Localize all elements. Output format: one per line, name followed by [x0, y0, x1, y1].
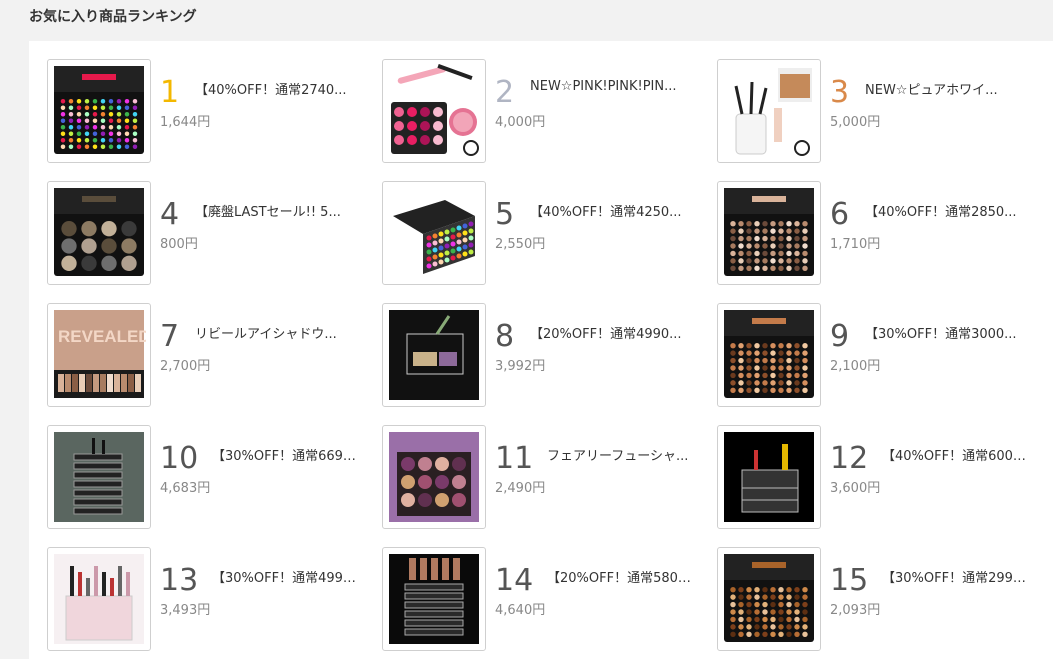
product-price: 1,644円 — [160, 115, 211, 130]
product-name-link[interactable]: NEW☆PINK!PINK!PIN... — [530, 79, 697, 94]
product-price: 4,000円 — [495, 115, 546, 130]
product-price: 2,490円 — [495, 481, 546, 496]
product-price: 5,000円 — [830, 115, 881, 130]
product-price: 3,992円 — [495, 359, 546, 374]
product-price: 2,550円 — [495, 237, 546, 252]
rank-number: 13 — [160, 563, 199, 598]
rank-number: 8 — [495, 319, 515, 354]
rank-number: 4 — [160, 197, 180, 232]
product-name-link[interactable]: 【廃盤LASTセール!! 5... — [195, 201, 362, 220]
smoky-palette-icon[interactable] — [47, 181, 151, 285]
ranking-item[interactable]: 13 【30%OFF！通常4990... 3,493円 — [29, 529, 364, 651]
ranking-item[interactable]: 14 【20%OFF！通常5800... 4,640円 — [364, 529, 699, 651]
product-price: 2,093円 — [830, 603, 881, 618]
product-name-link[interactable]: 【30%OFF！通常2990... — [882, 567, 1032, 586]
product-name-link[interactable]: NEW☆ピュアホワイ... — [865, 79, 1032, 98]
fuchsia-palette-icon[interactable] — [382, 425, 486, 529]
product-name-link[interactable]: 【40%OFF！通常6000... — [882, 445, 1032, 464]
product-name-link[interactable]: 【20%OFF！通常5800... — [547, 567, 697, 586]
product-price: 4,683円 — [160, 481, 211, 496]
product-price: 800円 — [160, 237, 198, 252]
clear-organizer-icon[interactable] — [47, 547, 151, 651]
product-name-link[interactable]: 【40%OFF！通常4250... — [530, 201, 697, 220]
ranking-item[interactable]: 8 【20%OFF！通常4990... 3,992円 — [364, 285, 699, 407]
rank-number: 14 — [495, 563, 534, 598]
product-price: 2,700円 — [160, 359, 211, 374]
product-name-link[interactable]: 【30%OFF！通常4990... — [212, 567, 362, 586]
product-name-link[interactable]: 【40%OFF！通常2850... — [865, 201, 1032, 220]
nude-palette-icon[interactable] — [717, 181, 821, 285]
rank-number: 6 — [830, 197, 850, 232]
rank-number: 7 — [160, 319, 180, 354]
rank-number: 9 — [830, 319, 850, 354]
product-name-link[interactable]: 【40%OFF！通常2740... — [195, 79, 362, 98]
product-name-link[interactable]: 【30%OFF！通常6690... — [212, 445, 362, 464]
product-price: 3,493円 — [160, 603, 211, 618]
rank-number: 12 — [830, 441, 869, 476]
open-palette-icon[interactable] — [382, 181, 486, 285]
product-name-link[interactable]: リビールアイシャドウ... — [195, 323, 362, 342]
warm-palette-icon[interactable] — [717, 303, 821, 407]
revealed-palette-icon[interactable]: REVEALED — [47, 303, 151, 407]
ranking-item[interactable]: 10 【30%OFF！通常6690... 4,683円 — [29, 407, 364, 529]
white-brush-set-icon[interactable] — [717, 59, 821, 163]
rank-number: 2 — [495, 75, 515, 110]
ranking-item[interactable]: 9 【30%OFF！通常3000... 2,100円 — [699, 285, 1034, 407]
svg-text:REVEALED: REVEALED — [58, 327, 146, 346]
page-title: お気に入り商品ランキング — [29, 9, 197, 25]
bronze-palette-icon[interactable] — [717, 547, 821, 651]
ranking-item[interactable]: 6 【40%OFF！通常2850... 1,710円 — [699, 163, 1034, 285]
rank-number: 3 — [830, 75, 850, 110]
drawer-organizer-icon[interactable] — [717, 425, 821, 529]
product-name-link[interactable]: フェアリーフューシャ... — [547, 445, 697, 464]
ranking-panel: 1 【40%OFF！通常2740... 1,644円 2 NEW☆PINK!PINK!… — [29, 41, 1053, 659]
acrylic-case-icon[interactable] — [382, 303, 486, 407]
ranking-item[interactable]: 4 【廃盤LASTセール!! 5... 800円 — [29, 163, 364, 285]
ranking-item[interactable]: 1 【40%OFF！通常2740... 1,644円 — [29, 41, 364, 163]
ranking-item[interactable]: 5 【40%OFF！通常4250... 2,550円 — [364, 163, 699, 285]
rainbow-palette-icon[interactable] — [47, 59, 151, 163]
pink-kit-icon[interactable] — [382, 59, 486, 163]
product-price: 3,600円 — [830, 481, 881, 496]
ranking-item[interactable]: REVEALED 7 リビールアイシャドウ... 2,700円 — [29, 285, 364, 407]
product-price: 4,640円 — [495, 603, 546, 618]
lipstick-tower-icon[interactable] — [382, 547, 486, 651]
product-price: 1,710円 — [830, 237, 881, 252]
rank-number: 10 — [160, 441, 199, 476]
ranking-item[interactable]: 15 【30%OFF！通常2990... 2,093円 — [699, 529, 1034, 651]
rank-number: 11 — [495, 441, 534, 476]
product-name-link[interactable]: 【20%OFF！通常4990... — [530, 323, 697, 342]
ranking-item[interactable]: 12 【40%OFF！通常6000... 3,600円 — [699, 407, 1034, 529]
rank-number: 15 — [830, 563, 869, 598]
rank-number: 1 — [160, 75, 180, 110]
ranking-item[interactable]: 3 NEW☆ピュアホワイ... 5,000円 — [699, 41, 1034, 163]
ranking-item[interactable]: 11 フェアリーフューシャ... 2,490円 — [364, 407, 699, 529]
rotating-tower-icon[interactable] — [47, 425, 151, 529]
rank-number: 5 — [495, 197, 515, 232]
ranking-item[interactable]: 2 NEW☆PINK!PINK!PIN... 4,000円 — [364, 41, 699, 163]
product-name-link[interactable]: 【30%OFF！通常3000... — [865, 323, 1032, 342]
product-price: 2,100円 — [830, 359, 881, 374]
